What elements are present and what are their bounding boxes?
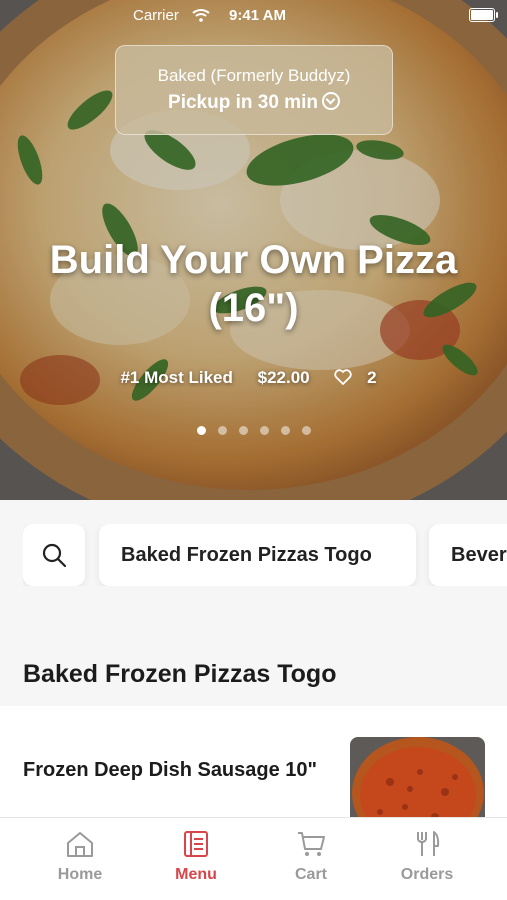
pickup-time: Pickup in 30 min xyxy=(168,92,318,113)
like-count[interactable]: 2 xyxy=(334,368,386,387)
most-liked-badge: #1 Most Liked xyxy=(120,368,233,387)
tab-label: Home xyxy=(57,866,103,883)
bottom-tab-bar: Home Menu Cart Orders xyxy=(0,817,507,900)
menu-book-icon xyxy=(184,831,208,857)
cart-icon xyxy=(298,832,325,856)
featured-item-title: Build Your Own Pizza (16") xyxy=(49,238,458,330)
store-name: Baked (Formerly Buddyz) xyxy=(157,66,351,85)
tab-label: Menu xyxy=(175,866,217,883)
carousel-dot[interactable] xyxy=(217,426,227,435)
carousel-dot[interactable] xyxy=(301,426,311,435)
search-button[interactable] xyxy=(23,524,85,586)
tab-cart[interactable]: Cart xyxy=(256,830,366,884)
like-count-value: 2 xyxy=(367,368,377,387)
category-chip-bar: Baked Frozen Pizzas Togo Bever xyxy=(23,524,507,586)
store-pickup-selector[interactable]: Baked (Formerly Buddyz) Pickup in 30 min xyxy=(115,45,393,135)
menu-item-card[interactable]: Frozen Deep Dish Sausage 10" xyxy=(0,706,507,837)
search-icon xyxy=(42,543,67,568)
clock: 9:41 AM xyxy=(229,7,286,24)
tab-label: Orders xyxy=(400,866,454,883)
menu-item-name: Frozen Deep Dish Sausage 10" xyxy=(23,759,318,781)
carousel-dot[interactable] xyxy=(238,426,248,435)
carousel-dot[interactable] xyxy=(259,426,269,435)
carousel-dot[interactable] xyxy=(196,426,206,435)
home-icon xyxy=(67,832,93,857)
featured-item-meta: #1 Most Liked $22.00 2 xyxy=(0,368,507,388)
tab-home[interactable]: Home xyxy=(25,830,135,884)
category-chip[interactable]: Bever xyxy=(429,524,507,586)
tab-menu[interactable]: Menu xyxy=(141,830,251,884)
featured-price: $22.00 xyxy=(257,368,310,387)
hero-banner[interactable]: Carrier 9:41 AM Baked (Formerly Buddyz) … xyxy=(0,0,507,500)
chevron-down-circle-icon xyxy=(321,91,340,110)
carousel-page-indicator[interactable] xyxy=(0,422,507,440)
section-heading: Baked Frozen Pizzas Togo xyxy=(23,660,337,688)
status-bar: Carrier 9:41 AM xyxy=(0,0,507,30)
tab-orders[interactable]: Orders xyxy=(372,830,482,884)
carousel-dot[interactable] xyxy=(280,426,290,435)
battery-icon xyxy=(469,8,498,22)
heart-icon xyxy=(334,368,352,385)
fork-knife-icon xyxy=(417,831,440,856)
category-chip[interactable]: Baked Frozen Pizzas Togo xyxy=(99,524,416,586)
tab-label: Cart xyxy=(294,866,327,883)
